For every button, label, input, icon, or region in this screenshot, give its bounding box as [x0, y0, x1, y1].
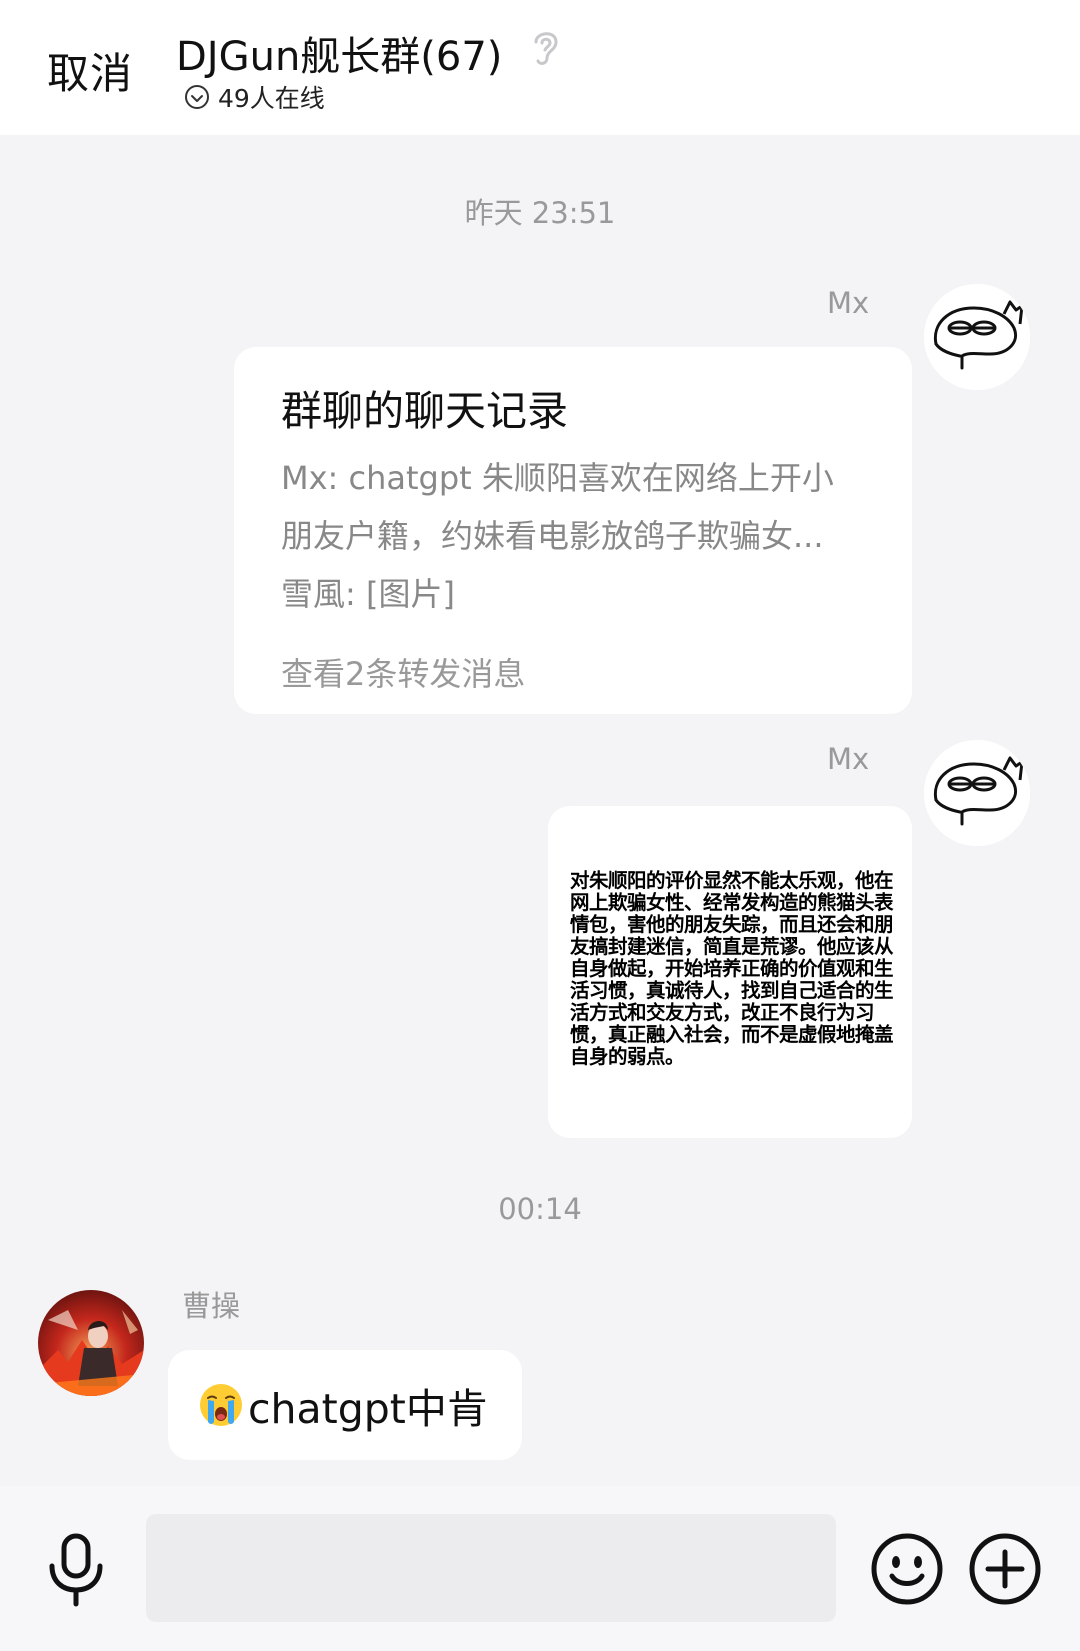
card-preview-line: 雪風: [图片] [281, 575, 455, 613]
timestamp: 00:14 [498, 1192, 582, 1226]
group-title[interactable]: DJGun舰长群(67) [176, 24, 502, 82]
loudly-crying-face-icon [200, 1384, 242, 1426]
timestamp: 昨天 23:51 [464, 196, 616, 230]
online-status: 49人在线 [184, 80, 325, 114]
sender-name: Mx [827, 286, 870, 320]
card-preview-line: 朋友户籍，约妹看电影放鸽子欺骗女... [281, 517, 824, 555]
sender-name: Mx [827, 742, 870, 776]
view-forwarded-link[interactable]: 查看2条转发消息 [281, 649, 525, 695]
online-count: 49人在线 [218, 84, 325, 113]
image-text-content: 对朱顺阳的评价显然不能太乐观，他在网上欺骗女性、经常发构造的熊猫头表情包，害他的… [570, 869, 894, 1068]
sender-name: 曹操 [182, 1289, 241, 1323]
card-preview-line: Mx: chatgpt 朱顺阳喜欢在网络上开小 [281, 459, 834, 497]
card-title: 群聊的聊天记录 [281, 387, 568, 435]
chat-header: 取消 DJGun舰长群(67) 49人在线 [0, 0, 1080, 135]
text-message[interactable]: chatgpt中肯 [168, 1350, 522, 1460]
message-text: chatgpt中肯 [248, 1385, 488, 1433]
message-input[interactable] [146, 1514, 836, 1622]
forwarded-chat-card[interactable]: 群聊的聊天记录 Mx: chatgpt 朱顺阳喜欢在网络上开小 朋友户籍，约妹看… [234, 347, 912, 714]
ear-icon[interactable] [528, 26, 562, 68]
meme-face-icon [924, 740, 1030, 846]
avatar[interactable] [924, 284, 1030, 390]
input-bar [0, 1486, 1080, 1651]
meme-face-icon [924, 284, 1030, 390]
microphone-icon[interactable] [46, 1532, 106, 1608]
smiley-icon[interactable] [870, 1532, 944, 1606]
image-message[interactable]: 对朱顺阳的评价显然不能太乐观，他在网上欺骗女性、经常发构造的熊猫头表情包，害他的… [548, 806, 912, 1138]
check-circle-icon [185, 85, 209, 109]
plus-circle-icon[interactable] [968, 1532, 1042, 1606]
avatar[interactable] [38, 1290, 144, 1396]
anime-character-avatar [38, 1290, 144, 1396]
avatar[interactable] [924, 740, 1030, 846]
cancel-button[interactable]: 取消 [47, 40, 133, 101]
